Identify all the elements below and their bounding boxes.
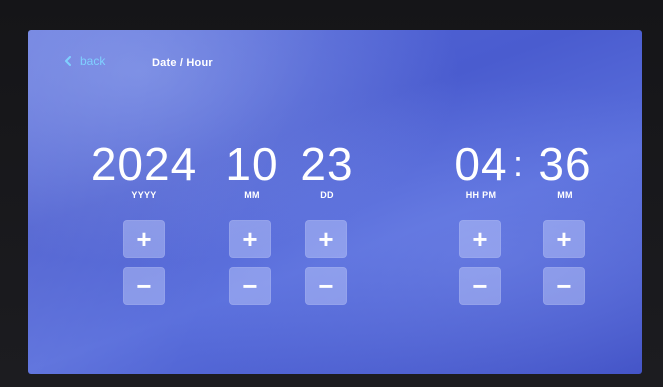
- year-column: 2024 YYYY: [86, 140, 202, 200]
- hour-increment-button[interactable]: +: [459, 220, 501, 258]
- year-decrement-button[interactable]: −: [123, 267, 165, 305]
- day-increment-button[interactable]: +: [305, 220, 347, 258]
- minute-value: 36: [538, 138, 592, 190]
- top-bar: back Date / Hour: [28, 30, 642, 90]
- minute-decrement-button[interactable]: −: [543, 267, 585, 305]
- month-unit-label: MM: [244, 190, 260, 200]
- minute-unit-label: MM: [557, 190, 573, 200]
- page-title: Date / Hour: [152, 57, 213, 69]
- minus-icon: −: [472, 270, 488, 301]
- time-separator: :: [513, 143, 524, 184]
- plus-icon: +: [136, 223, 152, 254]
- chevron-left-icon: [64, 56, 72, 66]
- minus-icon: −: [136, 270, 152, 301]
- month-column: 10 MM: [221, 140, 283, 200]
- hour-unit-label: HH PM: [465, 190, 497, 200]
- minus-icon: −: [242, 270, 258, 301]
- year-value: 2024: [90, 138, 198, 190]
- day-column: 23 DD: [296, 140, 358, 200]
- minute-column: 36 MM: [532, 140, 598, 200]
- plus-icon: +: [556, 223, 572, 254]
- back-button[interactable]: back: [64, 54, 105, 68]
- minus-icon: −: [318, 270, 334, 301]
- screen: back Date / Hour 2024 YYYY + − 10 MM + −…: [28, 30, 642, 374]
- plus-icon: +: [472, 223, 488, 254]
- hour-column: 04 HH PM: [448, 140, 514, 200]
- hour-value: 04: [454, 138, 508, 190]
- back-label: back: [80, 54, 106, 68]
- hour-decrement-button[interactable]: −: [459, 267, 501, 305]
- plus-icon: +: [242, 223, 258, 254]
- month-decrement-button[interactable]: −: [229, 267, 271, 305]
- year-unit-label: YYYY: [131, 190, 157, 200]
- day-unit-label: DD: [320, 190, 334, 200]
- plus-icon: +: [318, 223, 334, 254]
- year-increment-button[interactable]: +: [123, 220, 165, 258]
- day-value: 23: [300, 138, 354, 190]
- day-decrement-button[interactable]: −: [305, 267, 347, 305]
- month-increment-button[interactable]: +: [229, 220, 271, 258]
- month-value: 10: [225, 138, 279, 190]
- minute-increment-button[interactable]: +: [543, 220, 585, 258]
- minus-icon: −: [556, 270, 572, 301]
